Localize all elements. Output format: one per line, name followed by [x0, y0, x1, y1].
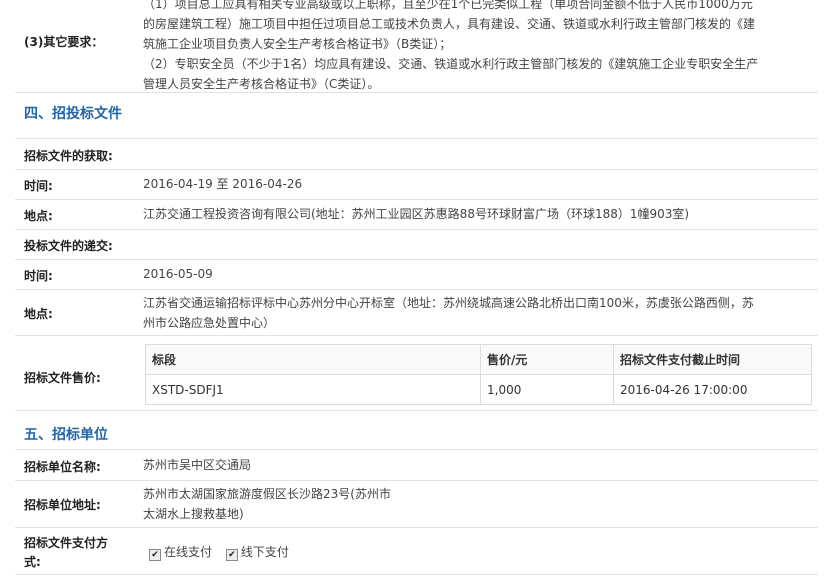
text-line: 江苏省交通运输招标评标中心苏州分中心开标室（地址：苏州绕城高速公路北桥出口南10… [143, 296, 754, 310]
row-unit-address: 招标单位地址: 苏州市太湖国家旅游度假区长沙路23号(苏州市 太湖水上搜救基地) [15, 481, 818, 528]
header-deadline: 招标文件支付截止时间 [613, 344, 812, 375]
unit-name-value: 苏州市吴中区交通局 [143, 458, 252, 472]
pay-online-label: 在线支付 [164, 545, 213, 559]
pay-online-option[interactable]: ✔ 在线支付 [149, 545, 213, 561]
row-obtain: 招标文件的获取: [15, 139, 818, 170]
section4-title: 四、招投标文件 [24, 106, 122, 122]
pay-method-options: ✔ 在线支付 ✔ 线下支付 [149, 542, 299, 562]
text-line: 招标文件支付方 [24, 536, 109, 550]
text-line: 式: [24, 555, 41, 569]
obtain-time-value: 2016-04-19 至 2016-04-26 [143, 177, 303, 191]
table-row: XSTD-SDFJ1 1,000 2016-04-26 17:00:00 [145, 374, 812, 405]
other-requirements-label: (3)其它要求： [24, 35, 104, 49]
text-line: 苏州市太湖国家旅游度假区长沙路23号(苏州市 [143, 487, 391, 501]
submit-label: 投标文件的递交: [24, 239, 113, 253]
text-line: （2）专职安全员（不少于1名）均应具有建设、交通、铁道或水利行政主管部门核发的《… [143, 57, 759, 71]
section5-header: 五、招标单位 [15, 411, 818, 450]
submit-time-value: 2016-05-09 [143, 267, 213, 281]
text-line: 筑施工企业项目负责人安全生产考核合格证书》（B类证）； [143, 37, 452, 51]
unit-address-label: 招标单位地址: [24, 498, 101, 512]
obtain-time-label: 时间: [24, 179, 53, 193]
obtain-place-value: 江苏交通工程投资咨询有限公司(地址：苏州工业园区苏惠路88号环球财富广场（环球1… [143, 207, 690, 221]
text-line: （1）项目总工应具有相关专业高级或以上职称，且至少在1个已完类似工程（单项合同金… [143, 0, 753, 11]
text-line: 州市公路应急处置中心） [143, 316, 276, 330]
header-price: 售价/元 [480, 344, 614, 375]
price-table: 标段 售价/元 招标文件支付截止时间 XSTD-SDFJ1 1,000 2016… [145, 344, 812, 405]
text-line: 太湖水上搜救基地) [143, 507, 244, 521]
row-submit: 投标文件的递交: [15, 230, 818, 260]
submit-place-value: 江苏省交通运输招标评标中心苏州分中心开标室（地址：苏州绕城高速公路北桥出口南10… [143, 293, 754, 333]
submit-place-label: 地点: [24, 307, 53, 321]
row-unit-name: 招标单位名称: 苏州市吴中区交通局 [15, 450, 818, 481]
row-pay-method: 招标文件支付方 式: ✔ 在线支付 ✔ 线下支付 [15, 528, 818, 575]
unit-name-label: 招标单位名称: [24, 460, 101, 474]
text-line: 的房屋建筑工程）施工项目中担任过项目总工或技术负责人，具有建设、交通、铁道或水利… [143, 17, 756, 31]
obtain-place-label: 地点: [24, 209, 53, 223]
submit-time-label: 时间: [24, 269, 53, 283]
row-submit-time: 时间: 2016-05-09 [15, 260, 818, 290]
header-section: 标段 [145, 344, 481, 375]
checkbox-online[interactable]: ✔ [149, 549, 161, 561]
row-other-requirements: (3)其它要求： （1）项目总工应具有相关专业高级或以上职称，且至少在1个已完类… [15, 0, 818, 93]
row-obtain-time: 时间: 2016-04-19 至 2016-04-26 [15, 170, 818, 200]
cell-price: 1,000 [480, 374, 614, 405]
pay-method-label: 招标文件支付方 式: [24, 534, 108, 572]
row-obtain-place: 地点: 江苏交通工程投资咨询有限公司(地址：苏州工业园区苏惠路88号环球财富广场… [15, 200, 818, 230]
unit-address-value: 苏州市太湖国家旅游度假区长沙路23号(苏州市 太湖水上搜救基地) [143, 484, 391, 524]
other-requirements-text: （1）项目总工应具有相关专业高级或以上职称，且至少在1个已完类似工程（单项合同金… [143, 0, 818, 94]
cell-section: XSTD-SDFJ1 [145, 374, 481, 405]
section4-header: 四、招投标文件 [15, 93, 818, 139]
pay-offline-option[interactable]: ✔ 线下支付 [225, 545, 289, 561]
section5-title: 五、招标单位 [24, 427, 108, 443]
table-header-row: 标段 售价/元 招标文件支付截止时间 [145, 344, 812, 375]
row-submit-place: 地点: 江苏省交通运输招标评标中心苏州分中心开标室（地址：苏州绕城高速公路北桥出… [15, 290, 818, 336]
pay-offline-label: 线下支付 [240, 545, 289, 559]
price-label: 招标文件售价: [24, 371, 101, 385]
text-line: 管理人员安全生产考核合格证书》（C类证）。 [143, 77, 380, 91]
checkbox-offline[interactable]: ✔ [225, 549, 238, 561]
obtain-label: 招标文件的获取: [24, 149, 113, 163]
cell-deadline: 2016-04-26 17:00:00 [613, 374, 812, 405]
